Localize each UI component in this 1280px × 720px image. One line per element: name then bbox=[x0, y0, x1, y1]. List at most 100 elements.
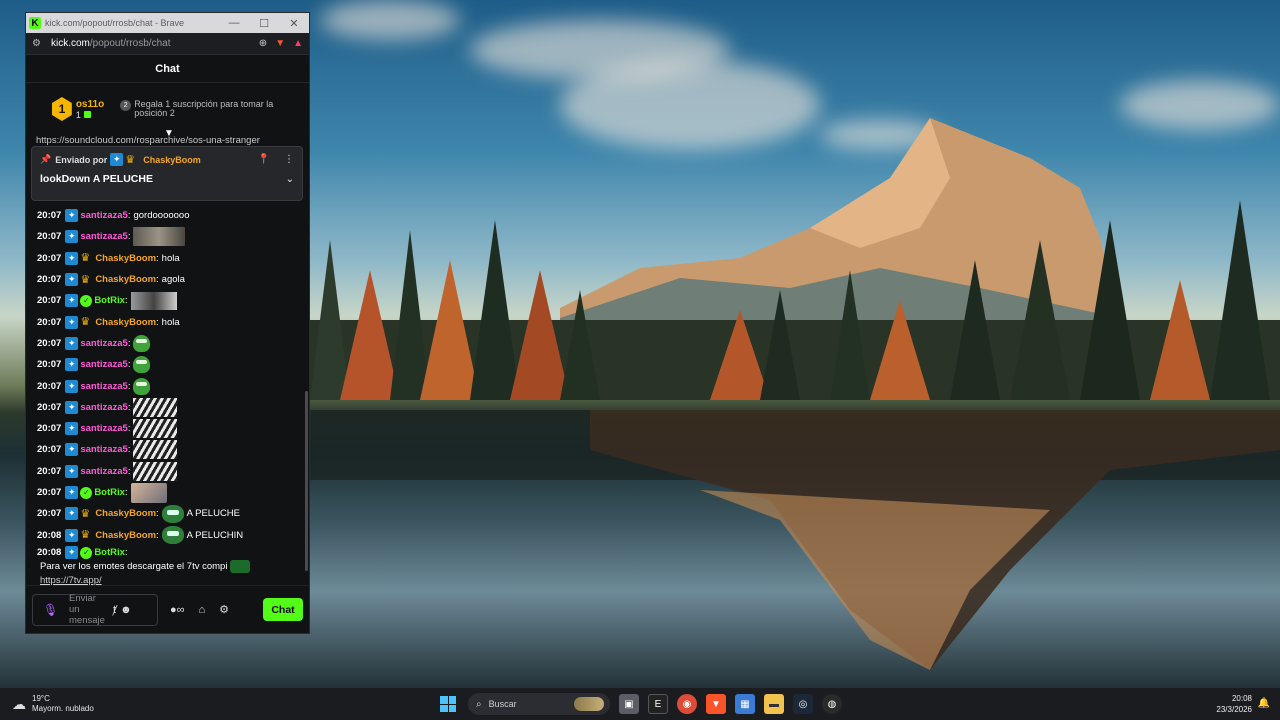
steam-icon[interactable]: ◎ bbox=[793, 694, 813, 714]
message-username[interactable]: santizaza5 bbox=[80, 231, 128, 242]
url-path: /popout/rrosb/chat bbox=[89, 38, 171, 49]
chat-emote[interactable] bbox=[133, 227, 186, 247]
message-username[interactable]: santizaza5 bbox=[80, 466, 128, 477]
next-rank-badge: 2 bbox=[120, 100, 132, 111]
obs-icon[interactable]: ◍ bbox=[822, 694, 842, 714]
chat-emote[interactable] bbox=[133, 397, 178, 417]
pinned-sender[interactable]: ChaskyBoom bbox=[143, 155, 201, 165]
message-username[interactable]: ChaskyBoom bbox=[95, 530, 156, 541]
vip-badge-icon: ✦ bbox=[65, 209, 79, 223]
message-time: 20:07 bbox=[37, 465, 62, 477]
message-time: 20:07 bbox=[37, 401, 62, 413]
weather-widget[interactable]: ☁ 19°C Mayorm. nublado bbox=[0, 694, 200, 714]
brave-browser-icon[interactable]: ▼ bbox=[706, 694, 726, 714]
message-username[interactable]: BotRix bbox=[94, 487, 125, 498]
placeholder-line: Enviar bbox=[69, 593, 96, 604]
maximize-button[interactable]: ☐ bbox=[249, 17, 279, 30]
pinned-message-text: lookDown A PELUCHE bbox=[40, 173, 153, 185]
chat-emote[interactable] bbox=[133, 440, 178, 460]
chrome-icon[interactable]: ◉ bbox=[677, 694, 697, 714]
chat-scrollbar[interactable] bbox=[305, 391, 308, 571]
message-username[interactable]: BotRix bbox=[94, 546, 125, 560]
message-username[interactable]: santizaza5 bbox=[80, 402, 128, 413]
microphone-icon[interactable]: 🎙 bbox=[43, 603, 59, 617]
send-chat-button[interactable]: Chat bbox=[263, 598, 303, 621]
chat-emote[interactable] bbox=[133, 461, 178, 481]
chat-emote[interactable] bbox=[133, 334, 151, 352]
chat-emote[interactable] bbox=[130, 291, 177, 310]
message-input[interactable]: 🎙 Enviar un mensaje ⱦ ☻ bbox=[32, 593, 158, 626]
chat-header: Chat bbox=[26, 55, 309, 83]
message-username[interactable]: santizaza5 bbox=[80, 423, 128, 434]
search-icon: ⌕ bbox=[476, 698, 482, 710]
zoom-icon[interactable]: ⊕ bbox=[259, 38, 267, 49]
message-link[interactable]: https://7tv.app/ bbox=[40, 574, 102, 585]
weather-temperature: 19°C bbox=[32, 694, 50, 703]
epic-games-icon[interactable]: E bbox=[648, 694, 668, 714]
vip-badge-icon: ✦ bbox=[65, 486, 79, 499]
chat-message-list[interactable]: 20:07 ✦ santizaza5: gordooooooo 20:07 ✦ santiz… bbox=[26, 201, 309, 585]
message-time: 20:07 bbox=[37, 359, 62, 371]
chat-emote[interactable] bbox=[161, 504, 184, 523]
leader-username[interactable]: os11o bbox=[76, 99, 104, 110]
windows-start-icon[interactable] bbox=[440, 696, 456, 712]
message-username[interactable]: santizaza5 bbox=[80, 359, 128, 370]
message-time: 20:07 bbox=[37, 252, 62, 264]
gift-icon bbox=[83, 111, 91, 118]
message-username[interactable]: ChaskyBoom bbox=[95, 253, 156, 264]
vip-badge-icon: ✦ bbox=[65, 251, 79, 265]
system-clock[interactable]: 20:08 23/3/2026 bbox=[1216, 693, 1252, 715]
message-time: 20:08 bbox=[37, 546, 62, 558]
chat-emote[interactable] bbox=[133, 419, 178, 439]
chat-message: 20:07 ✦ santizaza5: bbox=[37, 354, 305, 375]
chat-emote[interactable] bbox=[161, 526, 184, 545]
unpin-icon[interactable]: 📍 bbox=[258, 154, 270, 165]
chat-emote[interactable] bbox=[133, 377, 151, 395]
message-username[interactable]: ChaskyBoom bbox=[95, 508, 156, 519]
collapse-arrow-icon[interactable]: ▼ bbox=[164, 128, 174, 139]
settings-gear-icon[interactable]: ⚙ bbox=[219, 603, 229, 616]
message-username[interactable]: ChaskyBoom bbox=[95, 274, 156, 285]
message-time: 20:07 bbox=[37, 210, 62, 222]
minimize-button[interactable]: — bbox=[219, 17, 249, 29]
7tv-emote-icon[interactable]: ⱦ bbox=[113, 604, 116, 616]
message-time: 20:07 bbox=[37, 316, 62, 328]
message-username[interactable]: ChaskyBoom bbox=[95, 317, 156, 328]
message-username[interactable]: BotRix bbox=[94, 295, 125, 306]
message-username[interactable]: santizaza5 bbox=[80, 210, 128, 221]
message-username[interactable]: santizaza5 bbox=[80, 381, 128, 392]
chat-message: 20:07 ✦ santizaza5: bbox=[37, 418, 305, 439]
pin-icon: 📌 bbox=[40, 154, 52, 164]
taskbar-search[interactable]: ⌕ Buscar bbox=[468, 693, 610, 715]
brave-rewards-icon[interactable]: ▲ bbox=[293, 38, 303, 49]
more-options-icon[interactable]: ⋮ bbox=[284, 154, 294, 165]
chat-emote[interactable] bbox=[133, 356, 151, 374]
chat-message: 20:08 ✦ ✓ BotRix: Para ver los emotes descar… bbox=[37, 546, 305, 585]
vip-badge-icon: ✦ bbox=[65, 273, 79, 287]
notification-bell-icon[interactable]: 🔔 bbox=[1258, 698, 1270, 709]
crown-badge-icon: ♛ bbox=[80, 529, 91, 542]
task-view-icon[interactable]: ▣ bbox=[619, 694, 639, 714]
chat-emote[interactable] bbox=[130, 482, 167, 503]
file-explorer-icon[interactable]: ▬ bbox=[764, 694, 784, 714]
channel-points-icon[interactable]: ●∞ bbox=[170, 604, 185, 616]
brave-shields-icon[interactable]: ▼ bbox=[275, 38, 285, 49]
message-time: 20:07 bbox=[37, 274, 62, 286]
forest-illustration bbox=[310, 200, 1280, 400]
close-button[interactable]: ✕ bbox=[279, 17, 309, 30]
chat-message: 20:07 ✦ santizaza5: bbox=[37, 461, 305, 482]
message-time: 20:07 bbox=[37, 487, 62, 498]
chevron-down-icon[interactable]: ⌄ bbox=[286, 174, 294, 185]
message-text: hola bbox=[161, 316, 180, 328]
address-bar[interactable]: ⚙ kick.com/popout/rrosb/chat ⊕ ▼ ▲ bbox=[26, 33, 309, 55]
store-icon[interactable]: ⌂ bbox=[199, 604, 206, 616]
next-rank-text: Regala 1 suscripción para tomar la posic… bbox=[134, 99, 274, 118]
url-domain: kick.com bbox=[50, 38, 90, 49]
microsoft-store-icon[interactable]: ▦ bbox=[735, 694, 755, 714]
url-text[interactable]: kick.com/popout/rrosb/chat bbox=[51, 38, 251, 49]
vip-badge-icon: ✦ bbox=[65, 507, 79, 521]
message-username[interactable]: santizaza5 bbox=[80, 444, 128, 455]
message-username[interactable]: santizaza5 bbox=[80, 338, 128, 349]
emoji-icon[interactable]: ☻ bbox=[120, 604, 132, 616]
site-settings-icon[interactable]: ⚙ bbox=[32, 38, 41, 49]
